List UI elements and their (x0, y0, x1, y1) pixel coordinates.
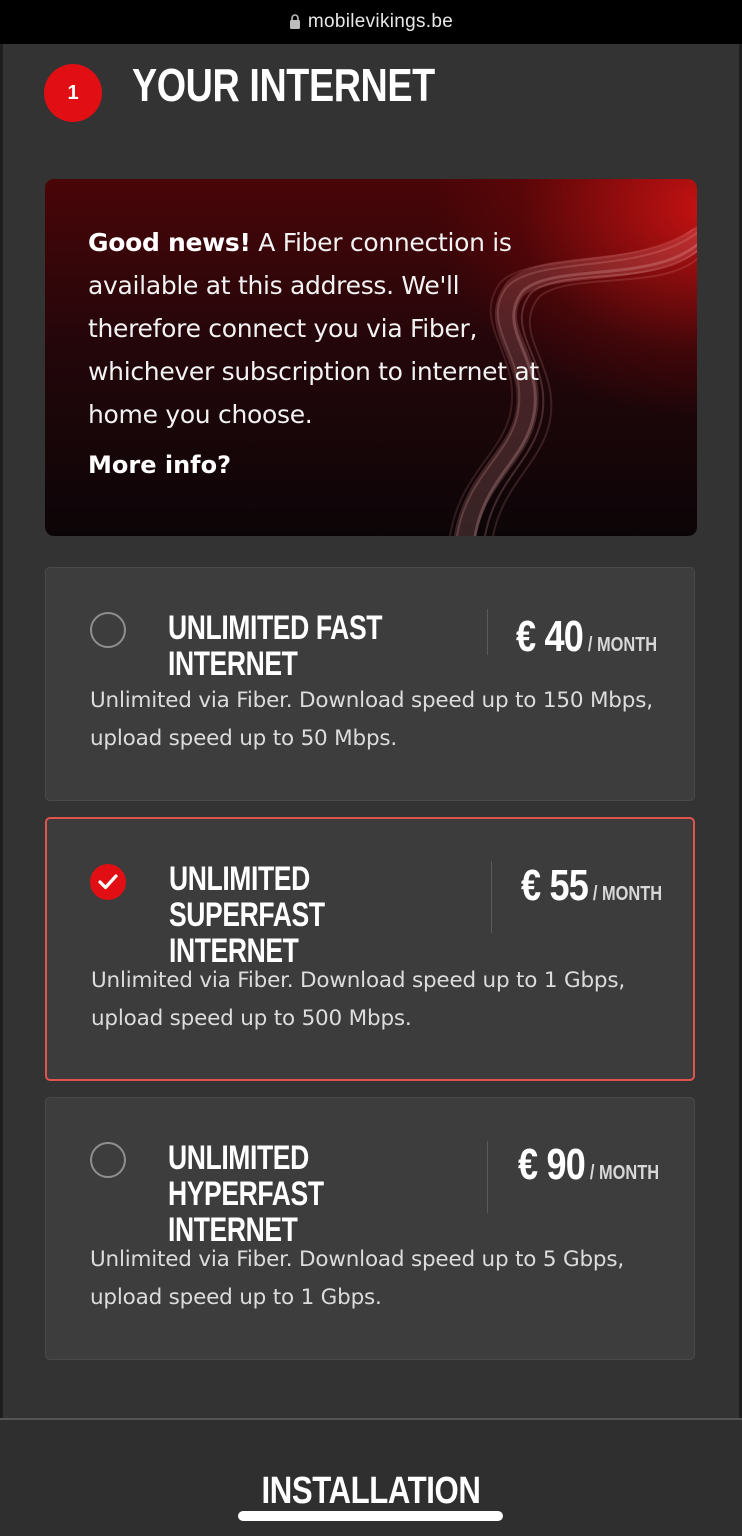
price-divider (487, 609, 488, 655)
plan-description: Unlimited via Fiber. Download speed up t… (90, 1247, 624, 1310)
plan-price: € 55/ MONTH (521, 861, 662, 911)
price-amount: € 55 (521, 861, 589, 910)
plan-price: € 40/ MONTH (516, 612, 657, 662)
home-indicator-bar[interactable] (238, 1511, 503, 1521)
plan-card-fast[interactable]: UNLIMITED FAST INTERNET € 40/ MONTH Unli… (45, 567, 695, 801)
price-period: / MONTH (589, 1162, 660, 1184)
plan-name: UNLIMITED SUPERFAST INTERNET (169, 860, 325, 970)
radio-checked-icon[interactable] (90, 864, 126, 900)
url-text: mobilevikings.be (307, 11, 454, 32)
plan-name: UNLIMITED FAST INTERNET (168, 609, 383, 683)
radio-unselected-icon[interactable] (90, 612, 126, 648)
plan-description: Unlimited via Fiber. Download speed up t… (90, 688, 653, 751)
installation-section-title[interactable]: INSTALLATION (67, 1470, 675, 1513)
plan-price: € 90/ MONTH (518, 1140, 659, 1190)
lock-icon (289, 13, 300, 29)
fiber-promo-card: Good news! A Fiber connection is availab… (45, 179, 697, 536)
plan-card-superfast[interactable]: UNLIMITED SUPERFAST INTERNET € 55/ MONTH… (45, 817, 695, 1081)
plan-name: UNLIMITED HYPERFAST INTERNET (168, 1139, 324, 1249)
price-divider (487, 1141, 488, 1213)
step-number-badge: 1 (44, 64, 102, 122)
fiber-message-body: A Fiber connection is available at this … (88, 228, 539, 429)
plan-card-hyperfast[interactable]: UNLIMITED HYPERFAST INTERNET € 90/ MONTH… (45, 1097, 695, 1360)
plan-description: Unlimited via Fiber. Download speed up t… (91, 968, 625, 1031)
checkmark-icon (98, 874, 118, 890)
good-news-label: Good news! (88, 228, 251, 257)
page-left-edge (0, 44, 3, 1424)
browser-address-bar[interactable]: mobilevikings.be (0, 0, 742, 44)
more-info-link[interactable]: More info? (88, 451, 231, 479)
section-title: YOUR INTERNET (132, 59, 435, 111)
price-period: / MONTH (592, 883, 663, 905)
price-period: / MONTH (587, 634, 658, 656)
price-amount: € 40 (516, 612, 584, 661)
fiber-availability-message: Good news! A Fiber connection is availab… (88, 221, 568, 436)
price-amount: € 90 (518, 1140, 586, 1189)
radio-unselected-icon[interactable] (90, 1142, 126, 1178)
price-divider (491, 861, 492, 933)
